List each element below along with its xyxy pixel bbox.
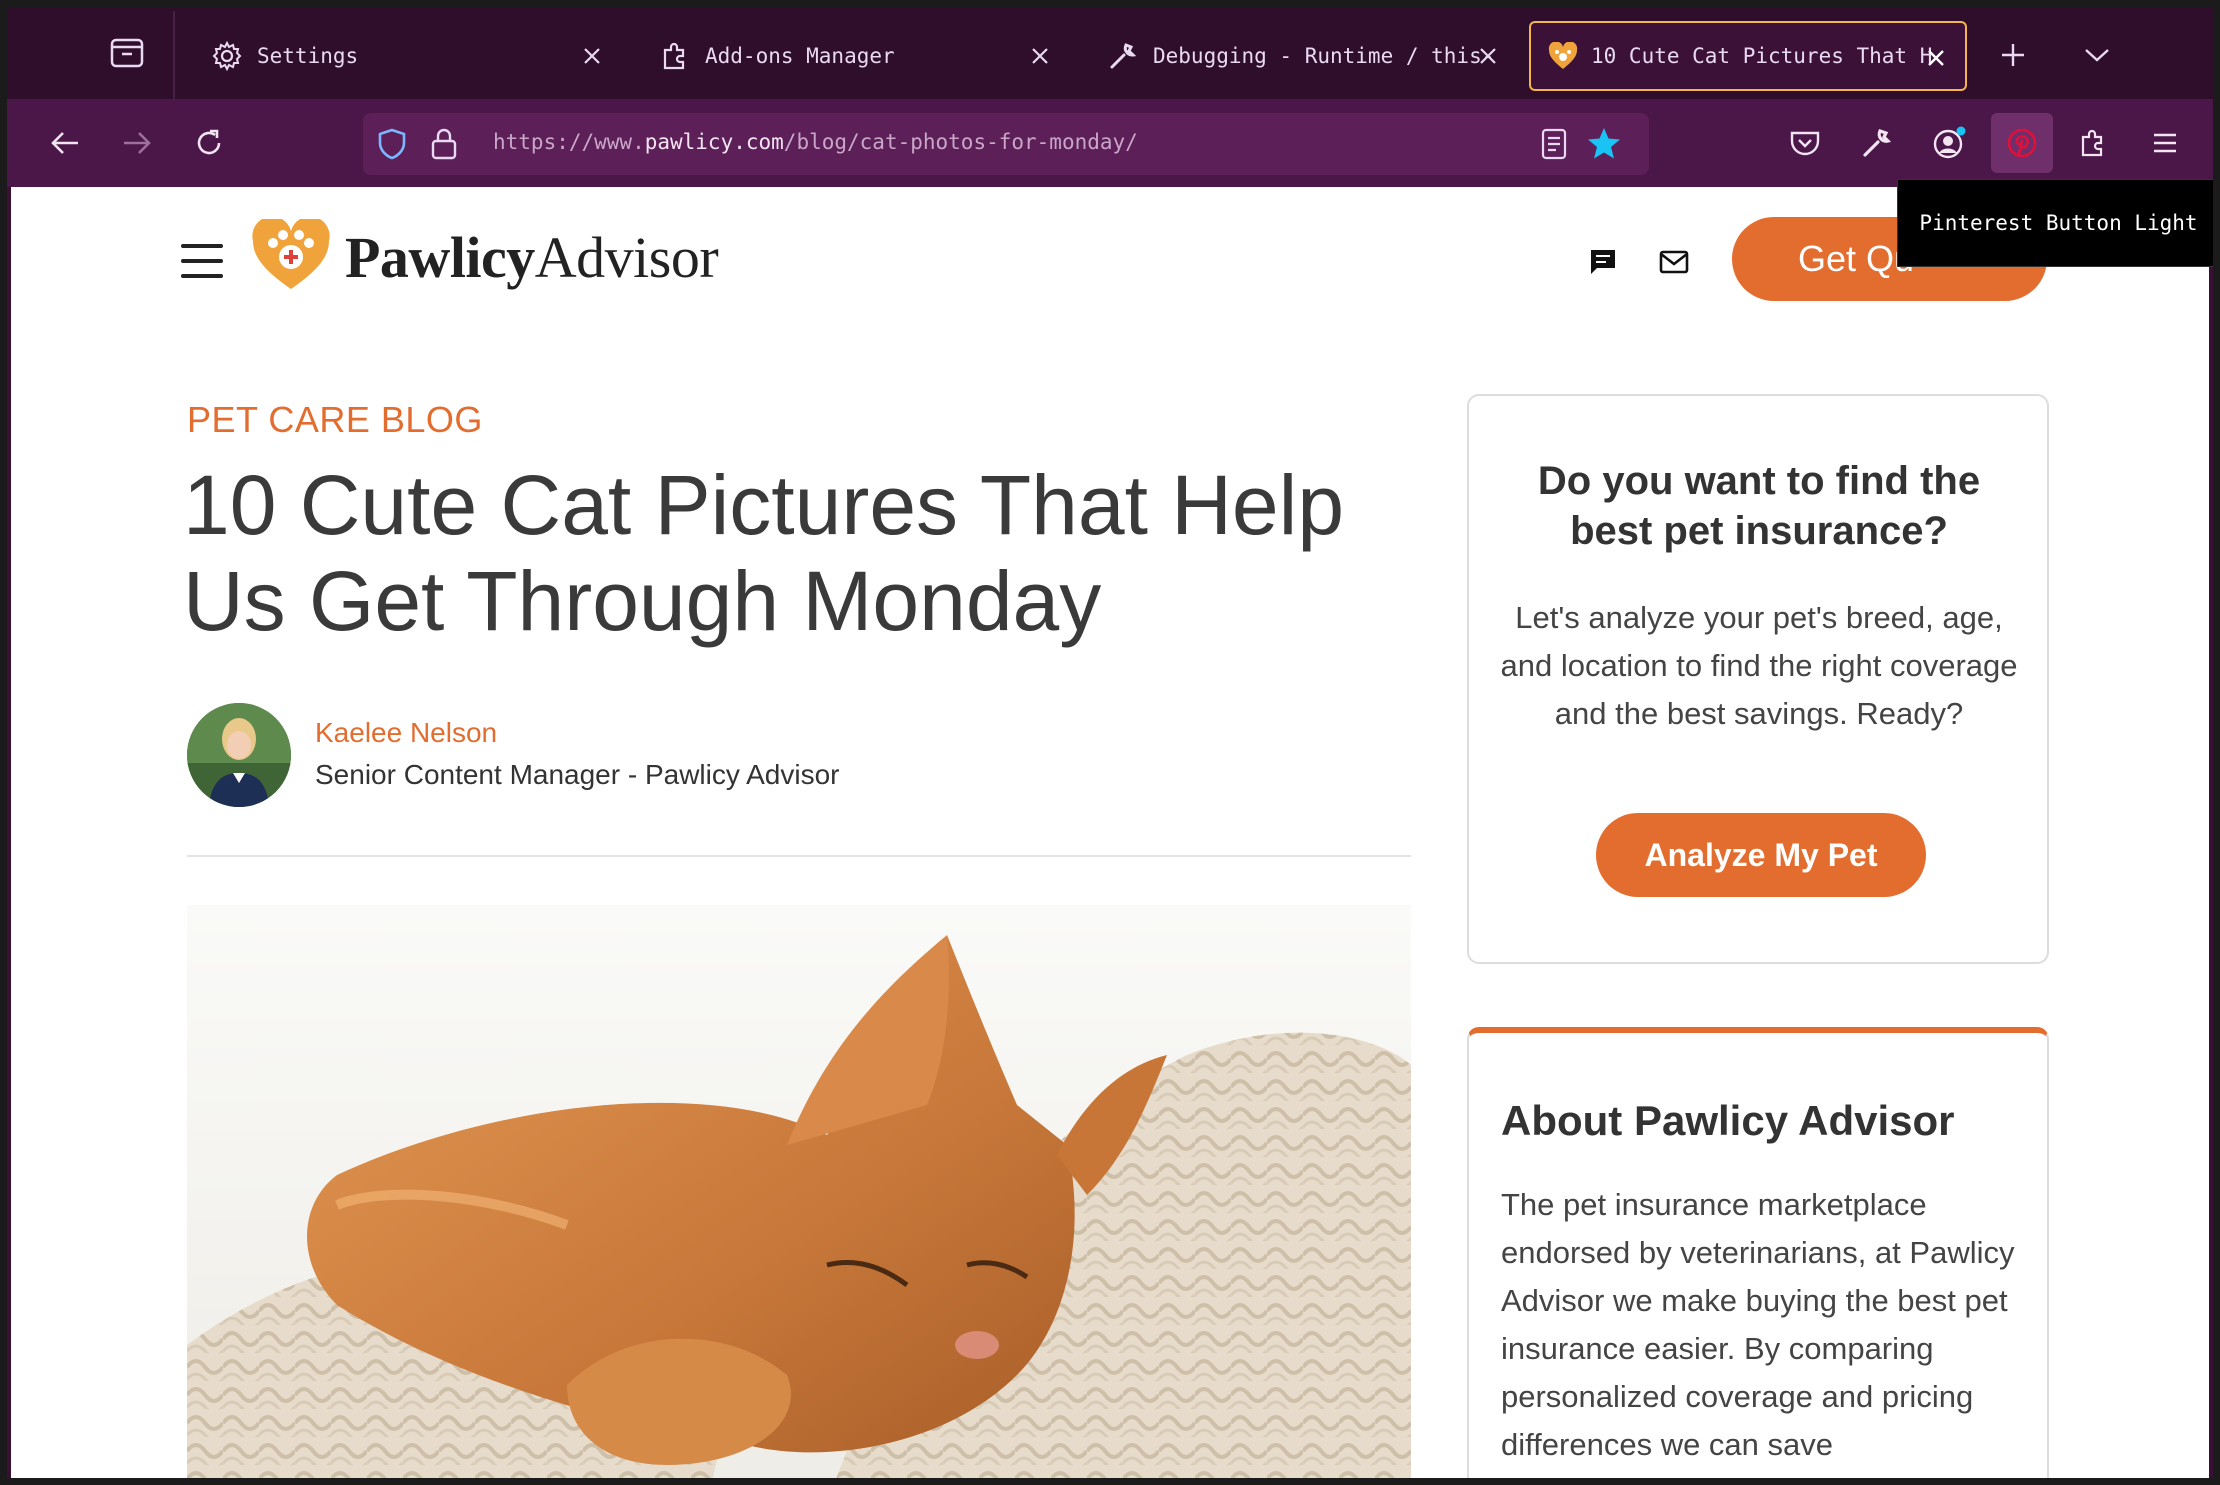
firefox-view-icon[interactable] <box>103 29 151 77</box>
reload-icon[interactable] <box>185 119 233 167</box>
account-icon[interactable] <box>1925 119 1973 167</box>
bookmark-star-icon[interactable] <box>1585 125 1623 167</box>
back-arrow-icon[interactable] <box>41 119 89 167</box>
pinterest-icon[interactable] <box>1991 113 2053 173</box>
mail-icon[interactable] <box>1654 242 1694 282</box>
tab-strip: Settings Add-ons Manager Debugging - Run… <box>7 7 2213 99</box>
tab-label: Settings <box>257 44 359 68</box>
browser-window: Settings Add-ons Manager Debugging - Run… <box>7 7 2213 1478</box>
forward-arrow-icon[interactable] <box>113 119 161 167</box>
gear-icon <box>207 36 247 76</box>
close-icon[interactable] <box>1921 43 1951 73</box>
chevron-down-icon[interactable] <box>2075 33 2119 77</box>
chat-icon[interactable] <box>1583 242 1623 282</box>
hero-cat-image <box>187 905 1411 1478</box>
article-category[interactable]: PET CARE BLOG <box>187 399 483 441</box>
url-path: /blog/cat-photos-for-monday/ <box>783 130 1138 154</box>
tooltip: Pinterest Button Light <box>1897 179 2213 267</box>
lock-icon[interactable] <box>429 127 459 165</box>
close-icon[interactable] <box>577 41 607 71</box>
about-heading: About Pawlicy Advisor <box>1501 1097 1955 1144</box>
divider <box>187 855 1411 857</box>
about-card: About Pawlicy Advisor The pet insurance … <box>1467 1027 2049 1478</box>
pocket-icon[interactable] <box>1781 119 1829 167</box>
tab-label: 10 Cute Cat Pictures That H <box>1591 44 1931 68</box>
cta-heading: Do you want to find the best pet insuran… <box>1537 459 1981 553</box>
wrench-icon <box>1103 36 1143 76</box>
close-icon[interactable] <box>1473 41 1503 71</box>
tab-debugging[interactable]: Debugging - Runtime / this- <box>1081 21 1517 91</box>
app-menu-icon[interactable] <box>2141 119 2189 167</box>
logo-bold: Pawlicy <box>345 224 535 290</box>
tab-addons-manager[interactable]: Add-ons Manager <box>633 21 1069 91</box>
new-tab-icon[interactable] <box>1991 33 2035 77</box>
site-menu-icon[interactable] <box>181 244 223 278</box>
about-body: The pet insurance marketplace endorsed b… <box>1501 1187 2015 1462</box>
tab-separator <box>173 11 175 99</box>
tab-cat-pictures[interactable]: 10 Cute Cat Pictures That H <box>1529 21 1967 91</box>
author-name[interactable]: Kaelee Nelson <box>315 717 497 749</box>
close-icon[interactable] <box>1025 41 1055 71</box>
article-title: 10 Cute Cat Pictures That Help Us Get Th… <box>183 458 1345 648</box>
logo-wordmark: PawlicyAdvisor <box>345 224 719 291</box>
site-logo[interactable]: PawlicyAdvisor <box>251 215 719 297</box>
extensions-icon[interactable] <box>2069 119 2117 167</box>
web-page: PawlicyAdvisor Get Qu PET CARE BLOG 10 C… <box>11 187 2209 1478</box>
tab-settings[interactable]: Settings <box>185 21 621 91</box>
puzzle-icon <box>655 36 695 76</box>
cta-card: Do you want to find the best pet insuran… <box>1467 394 2049 964</box>
url-scheme: https://www. <box>493 130 645 154</box>
pawlicy-logo-icon <box>251 215 331 296</box>
cta-body: Let's analyze your pet's breed, age, and… <box>1500 600 2018 731</box>
reader-view-icon[interactable] <box>1539 127 1569 165</box>
analyze-my-pet-button[interactable]: Analyze My Pet <box>1596 813 1926 897</box>
author-avatar[interactable] <box>187 703 291 807</box>
logo-regular: Advisor <box>534 224 719 290</box>
url-text: https://www.pawlicy.com/blog/cat-photos-… <box>493 130 1138 154</box>
shield-icon[interactable] <box>375 127 409 165</box>
author-role: Senior Content Manager - Pawlicy Advisor <box>315 759 840 790</box>
wrench-icon[interactable] <box>1853 119 1901 167</box>
pawlicy-favicon-icon <box>1543 36 1583 76</box>
tab-label: Add-ons Manager <box>705 44 895 68</box>
url-domain: pawlicy.com <box>644 130 784 154</box>
navigation-toolbar: https://www.pawlicy.com/blog/cat-photos-… <box>7 99 2213 187</box>
address-bar[interactable]: https://www.pawlicy.com/blog/cat-photos-… <box>363 113 1649 175</box>
tab-label: Debugging - Runtime / this- <box>1153 44 1493 68</box>
